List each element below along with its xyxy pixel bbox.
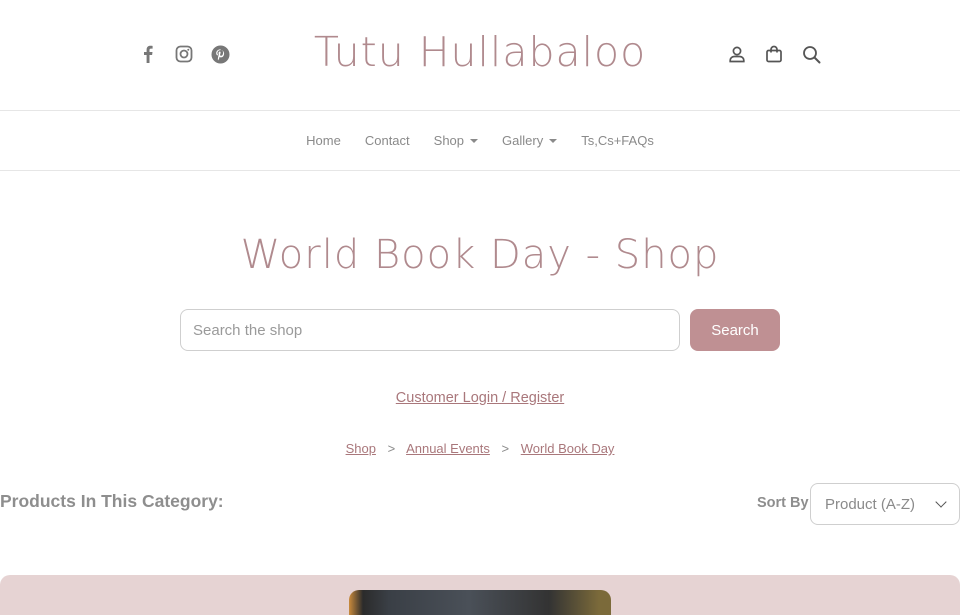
product-image[interactable] bbox=[349, 590, 611, 615]
shop-search-input[interactable] bbox=[180, 309, 680, 351]
product-card[interactable] bbox=[0, 575, 960, 615]
products-heading: Products In This Category: bbox=[0, 491, 224, 511]
nav-item-label: Gallery bbox=[502, 133, 544, 148]
page-title: World Book Day - Shop bbox=[240, 232, 720, 278]
header-tools bbox=[727, 44, 821, 64]
nav-item-contact[interactable]: Contact bbox=[365, 133, 410, 148]
breadcrumb-separator: > bbox=[501, 441, 510, 456]
nav-item-label: Home bbox=[306, 133, 341, 148]
breadcrumb-shop[interactable]: Shop bbox=[346, 441, 376, 456]
sort-label: Sort By bbox=[757, 495, 809, 511]
nav-item-label: Ts,Cs+FAQs bbox=[581, 133, 654, 148]
chevron-down-icon bbox=[935, 496, 947, 508]
site-header: Tutu Hullabaloo bbox=[0, 0, 960, 111]
user-icon[interactable] bbox=[727, 44, 747, 64]
main-nav: Home Contact Shop Gallery Ts,Cs+FAQs bbox=[0, 111, 960, 171]
nav-item-gallery[interactable]: Gallery bbox=[502, 133, 558, 148]
sort-selected-value: Product (A-Z) bbox=[825, 495, 916, 513]
nav-item-label: Contact bbox=[364, 133, 410, 148]
nav-item-label: Shop bbox=[433, 133, 465, 148]
search-icon[interactable] bbox=[801, 44, 821, 64]
customer-login-register-link[interactable]: Customer Login / Register bbox=[396, 390, 564, 406]
shopping-bag-icon[interactable] bbox=[764, 44, 784, 64]
breadcrumb-annual-events[interactable]: Annual Events bbox=[406, 441, 490, 456]
breadcrumb-separator: > bbox=[387, 441, 396, 456]
nav-item-terms-faqs[interactable]: Ts,Cs+FAQs bbox=[581, 133, 654, 148]
nav-item-home[interactable]: Home bbox=[306, 133, 341, 148]
breadcrumb-world-book-day[interactable]: World Book Day bbox=[521, 441, 615, 456]
caret-down-icon bbox=[470, 138, 479, 143]
sort-select[interactable]: Product (A-Z) bbox=[810, 483, 960, 525]
login-link-container: Customer Login / Register bbox=[0, 390, 960, 406]
nav-item-shop[interactable]: Shop bbox=[433, 133, 479, 148]
breadcrumb: Shop > Annual Events > World Book Day bbox=[0, 441, 960, 456]
search-button[interactable]: Search bbox=[690, 309, 780, 351]
caret-down-icon bbox=[549, 138, 558, 143]
